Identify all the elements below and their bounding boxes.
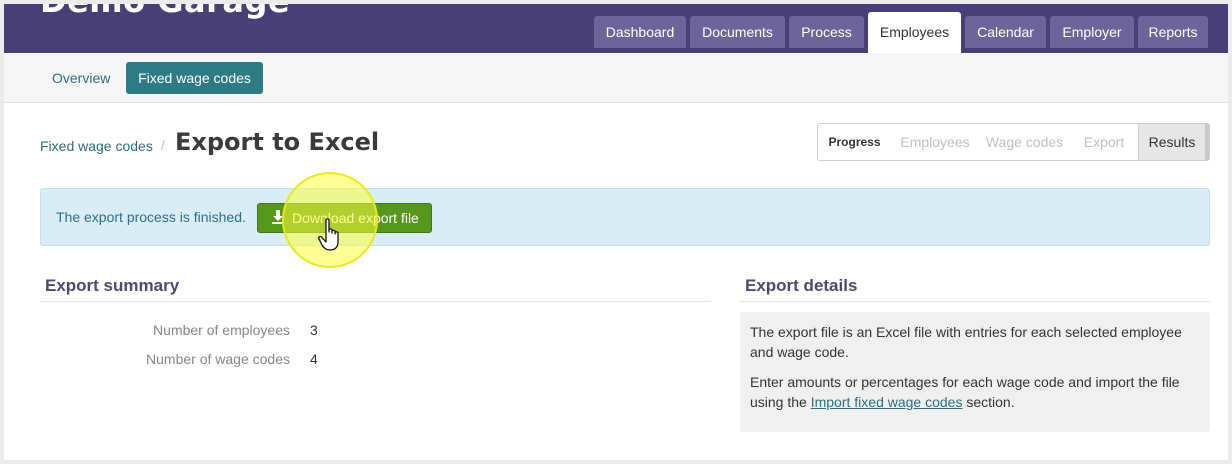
breadcrumb-separator: / [161,138,165,153]
summary-value-employees: 3 [310,322,318,338]
hand-cursor-icon [318,218,339,251]
tab-employer[interactable]: Employer [1050,16,1134,48]
export-finished-alert: The export process is finished. Download… [40,188,1210,246]
tab-dashboard[interactable]: Dashboard [594,16,686,48]
alert-message: The export process is finished. [56,209,246,225]
details-paragraph-2: Enter amounts or percentages for each wa… [750,372,1200,412]
progress-steps: Progress Employees Wage codes Export Res… [817,123,1210,161]
sub-nav-overview[interactable]: Overview [52,53,110,103]
tab-reports[interactable]: Reports [1138,16,1208,48]
tab-process[interactable]: Process [789,16,864,48]
summary-label-wage-codes: Number of wage codes [146,351,290,367]
progress-step-results: Results [1138,124,1209,160]
tab-employees[interactable]: Employees [868,12,961,53]
progress-step-export: Export [1083,134,1125,150]
progress-step-employees: Employees [900,134,970,150]
app-frame: Demo Garage Dashboard Documents Process … [4,4,1228,460]
details-paragraph-1: The export file is an Excel file with en… [750,324,1182,360]
tab-documents[interactable]: Documents [690,16,785,48]
top-header: Demo Garage Dashboard Documents Process … [4,4,1228,53]
breadcrumb-parent-link[interactable]: Fixed wage codes [40,138,153,154]
progress-label: Progress [828,135,881,149]
brand-logo-text[interactable]: Demo Garage [40,4,290,20]
summary-value-wage-codes: 4 [310,351,318,367]
page-title: Export to Excel [175,128,380,156]
tab-calendar[interactable]: Calendar [965,16,1046,48]
import-fixed-wage-codes-link[interactable]: Import fixed wage codes [811,394,963,410]
progress-step-wage-codes: Wage codes [985,134,1064,150]
export-details-box: The export file is an Excel file with en… [740,312,1210,432]
details-p2-end: section. [962,394,1015,410]
export-details-heading: Export details [740,276,1210,302]
export-summary-heading: Export summary [40,276,711,302]
sub-nav: Overview Fixed wage codes [4,53,1228,103]
summary-label-employees: Number of employees [153,322,290,338]
sub-nav-fixed-wage-codes[interactable]: Fixed wage codes [126,62,263,94]
